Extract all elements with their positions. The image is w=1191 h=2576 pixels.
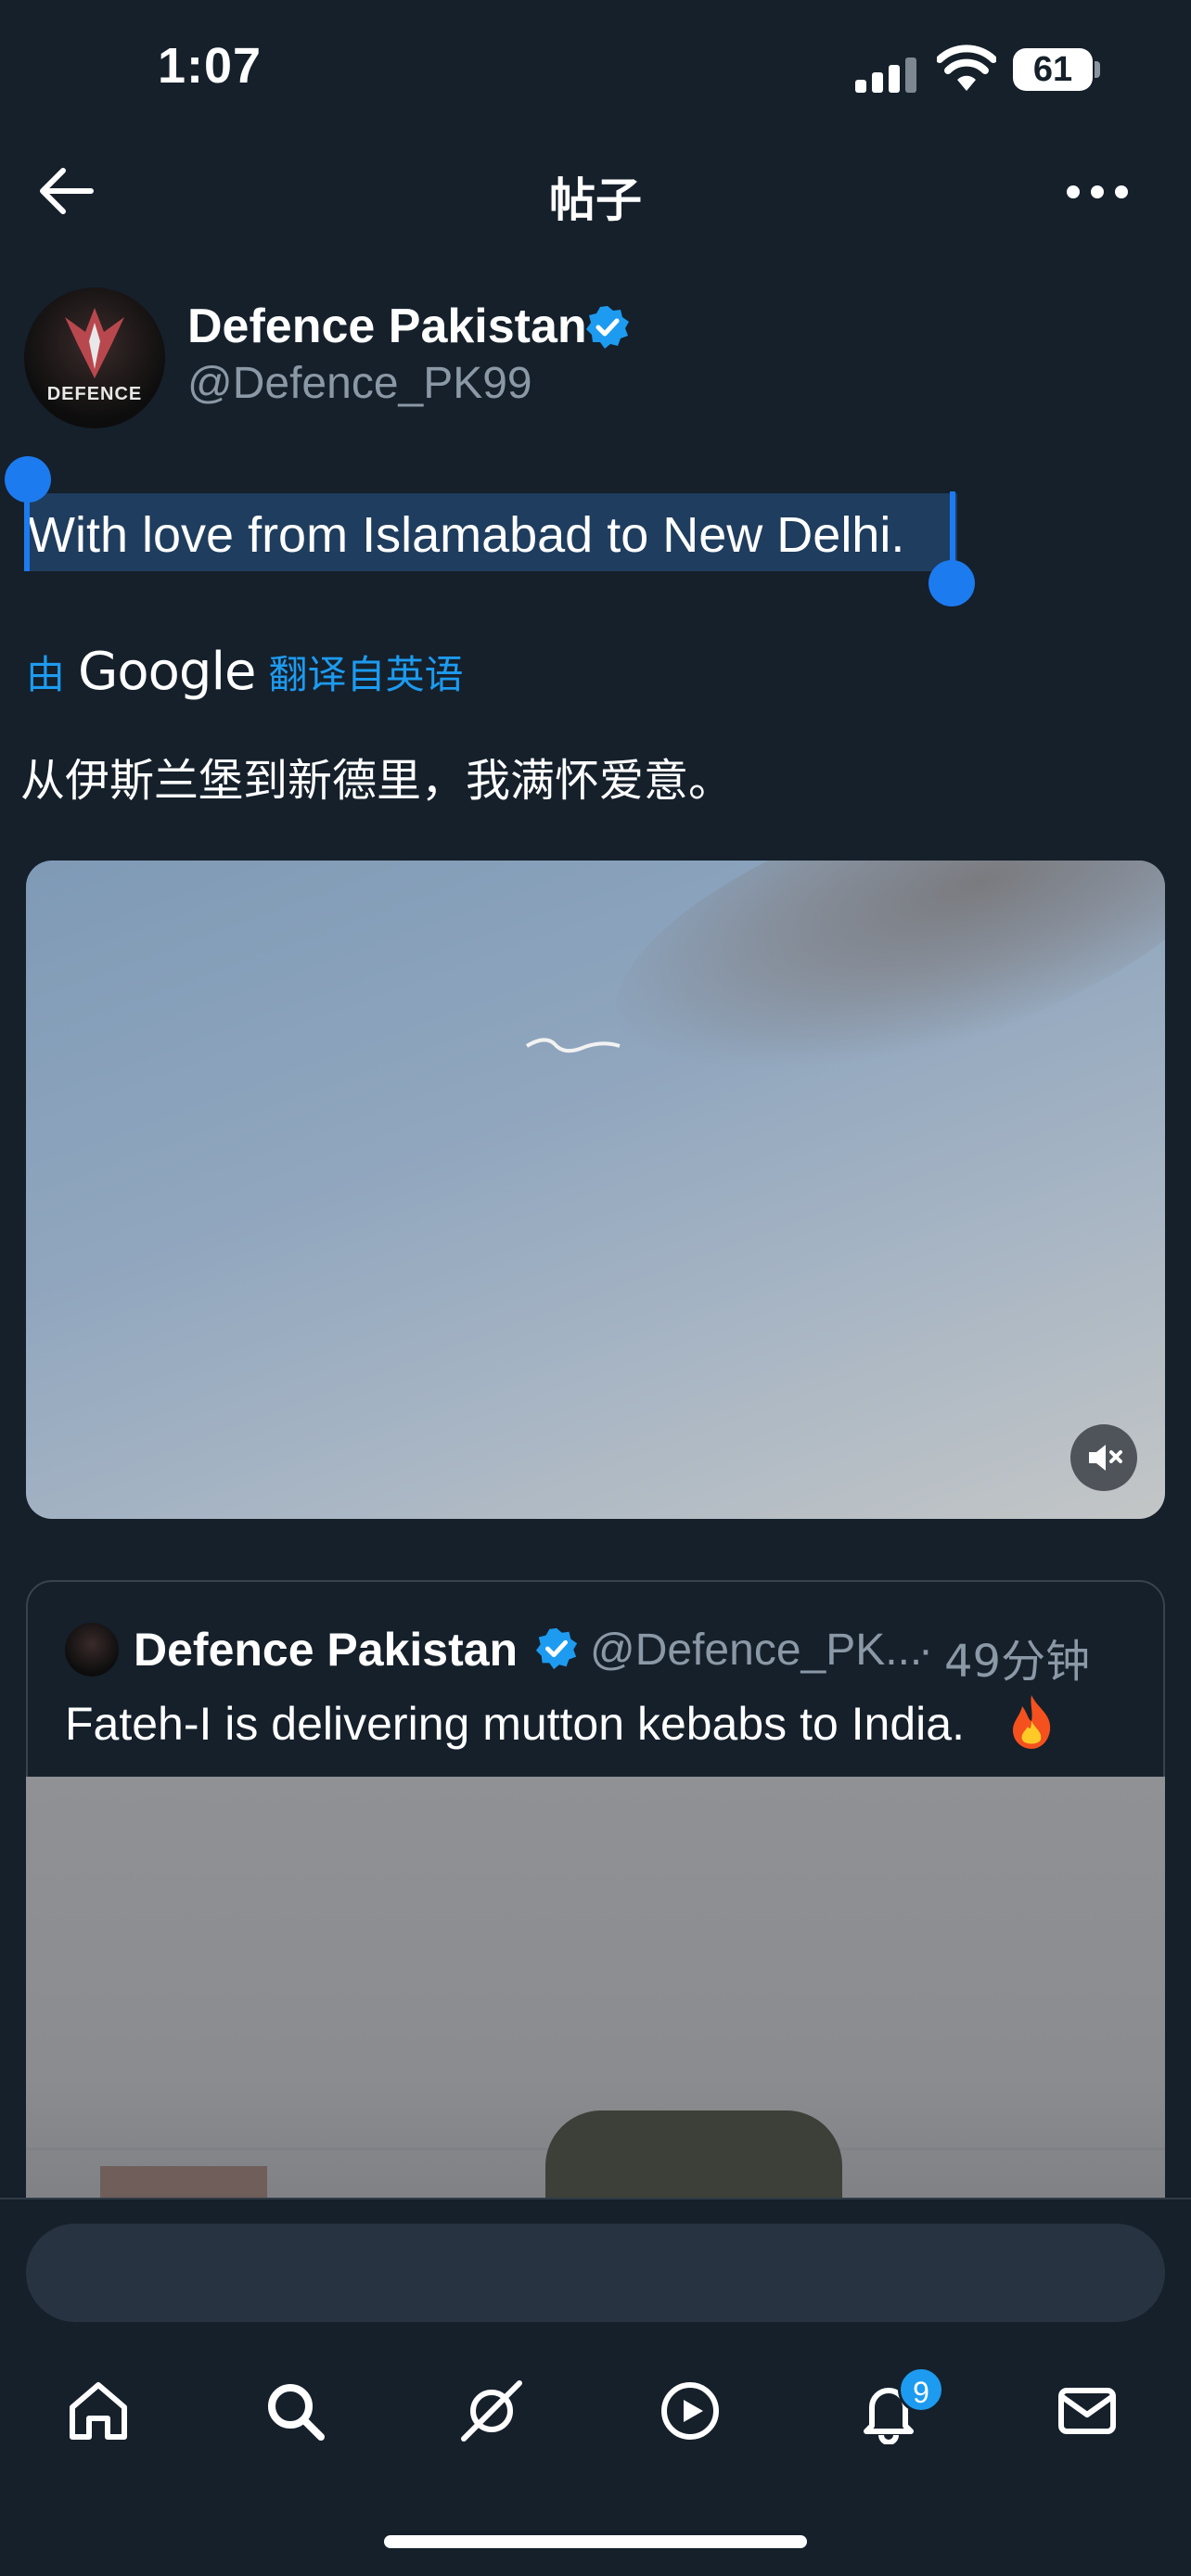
missile-trail	[525, 1038, 621, 1053]
translated-by-label: 由	[26, 651, 66, 697]
verified-badge-icon	[586, 306, 629, 349]
selection-end-handle[interactable]	[928, 560, 975, 606]
smoke-plume	[579, 861, 1165, 1141]
translated-from-link[interactable]: 翻译自英语	[269, 644, 464, 700]
cellular-signal-icon	[855, 52, 920, 93]
avatar[interactable]: DEFENCE	[24, 287, 165, 428]
author-name[interactable]: Defence Pakistan	[187, 299, 587, 354]
selection-start-handle[interactable]	[5, 456, 51, 503]
page-title: 帖子	[549, 173, 642, 227]
quote-image[interactable]	[26, 1777, 1165, 2222]
more-options-icon[interactable]	[1067, 176, 1132, 208]
translation-attribution: 由 Google 翻译自英语	[26, 641, 464, 702]
post-text[interactable]: With love from Islamabad to New Delhi.	[28, 506, 904, 564]
mute-icon[interactable]	[1070, 1424, 1137, 1491]
status-time: 1:07	[158, 38, 263, 94]
quote-avatar	[65, 1623, 119, 1677]
reply-input[interactable]	[63, 2224, 1130, 2322]
search-icon[interactable]	[262, 2378, 328, 2444]
reply-box[interactable]	[26, 2224, 1165, 2322]
quote-author-handle: @Defence_PK...	[590, 1626, 923, 1675]
wifi-icon	[937, 45, 996, 91]
avatar-label: DEFENCE	[46, 384, 143, 404]
translated-text: 从伊斯兰堡到新德里，我满怀爱意。	[20, 755, 734, 807]
eagle-emblem-icon	[65, 308, 124, 378]
google-logo: Google	[78, 641, 256, 702]
notification-count-badge: 9	[898, 2366, 944, 2413]
messages-icon[interactable]	[1054, 2378, 1121, 2444]
quote-author-name: Defence Pakistan	[134, 1624, 519, 1676]
home-icon[interactable]	[65, 2378, 132, 2444]
author-handle[interactable]: @Defence_PK99	[187, 358, 532, 409]
post-video[interactable]	[26, 861, 1165, 1519]
quote-text: Fateh-I is delivering mutton kebabs to I…	[65, 1698, 965, 1750]
home-indicator	[384, 2535, 807, 2548]
fire-emoji-icon	[1013, 1695, 1051, 1749]
quote-timestamp: 49分钟	[944, 1636, 1091, 1688]
battery-indicator: 61	[1013, 48, 1093, 91]
battery-nub	[1095, 61, 1100, 78]
grok-icon[interactable]	[458, 2378, 525, 2444]
verified-badge-icon	[535, 1627, 578, 1670]
selection-start-bar	[24, 491, 30, 571]
video-icon[interactable]	[657, 2378, 724, 2444]
quote-separator: ·	[918, 1626, 933, 1675]
